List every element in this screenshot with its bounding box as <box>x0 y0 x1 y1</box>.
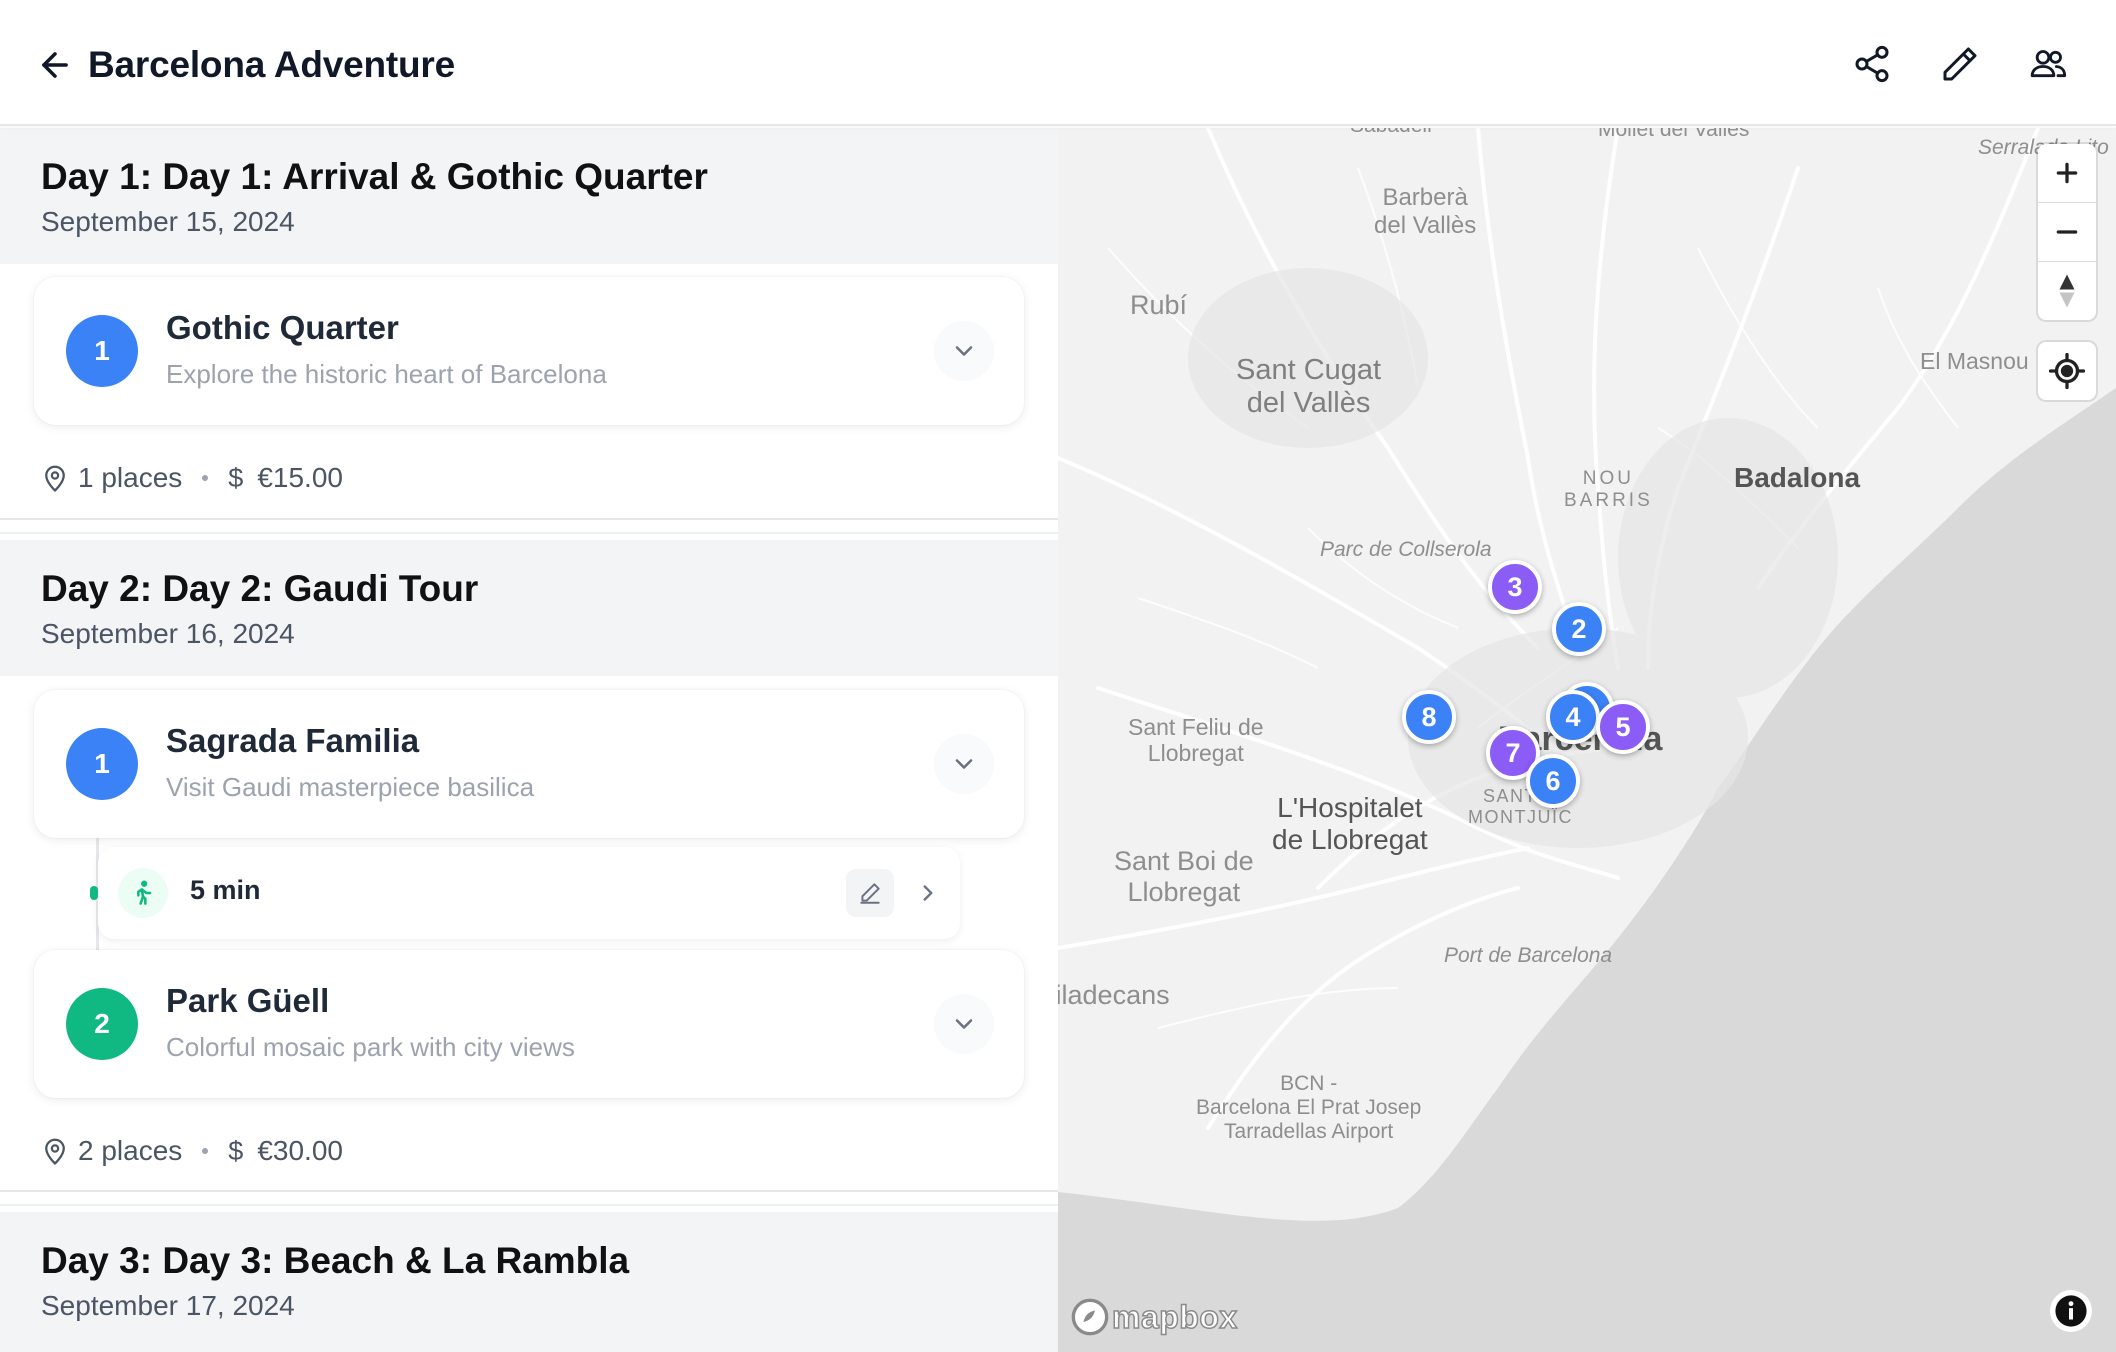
edit-trip-button[interactable] <box>1930 38 1990 90</box>
dollar-icon: $ <box>228 462 244 493</box>
map-label: Parc de Collserola <box>1320 538 1492 561</box>
trip-title: Barcelona Adventure <box>88 44 455 85</box>
day-title: Day 1: Day 1: Arrival & Gothic Quarter <box>41 156 708 197</box>
expand-button[interactable] <box>934 321 994 381</box>
place-description: Colorful mosaic park with city views <box>166 1032 575 1062</box>
day-date: September 15, 2024 <box>41 206 295 237</box>
map-marker[interactable]: 2 <box>1552 602 1606 656</box>
map-marker[interactable]: 4 <box>1546 690 1600 744</box>
zoom-out-button[interactable] <box>2038 203 2096 261</box>
divider <box>0 532 1058 534</box>
chevron-right-icon <box>923 885 933 901</box>
places-count: 2 places <box>78 1135 183 1166</box>
place-card[interactable]: 1 Sagrada Familia Visit Gaudi masterpiec… <box>34 690 1024 838</box>
zoom-out-icon <box>2056 230 2078 234</box>
pencil-icon <box>860 883 880 904</box>
map-marker[interactable]: 3 <box>1488 560 1542 614</box>
separator-dot <box>202 475 209 481</box>
day-header[interactable]: Day 2: Day 2: Gaudi Tour September 16, 2… <box>0 540 1058 676</box>
mapbox-wordmark: mapbox <box>1111 1298 1238 1336</box>
day-cost: €30.00 <box>257 1135 343 1166</box>
info-icon <box>2055 1295 2087 1327</box>
place-name: Sagrada Familia <box>166 722 420 759</box>
map-view[interactable]: Sabadell Mollet del Vallès Serralada Lit… <box>1058 128 2116 1352</box>
map-pin-icon <box>45 465 65 492</box>
divider <box>0 1190 1058 1192</box>
compass-button[interactable] <box>2038 262 2096 320</box>
geolocate-button[interactable] <box>2038 342 2096 400</box>
map-label: Rubí <box>1130 290 1188 320</box>
map-label: Barberà del Vallès <box>1374 184 1477 239</box>
place-card[interactable]: 2 Park Güell Colorful mosaic park with c… <box>34 950 1024 1098</box>
map-label: NOU BARRIS <box>1564 468 1653 511</box>
collaborators-icon <box>2030 50 2067 78</box>
attribution-info-button[interactable] <box>2050 1290 2092 1332</box>
compass-icon <box>2059 274 2075 308</box>
map-label: Sant Cugat del Vallès <box>1236 354 1382 420</box>
map-label: BCN - Barcelona El Prat Josep Tarradella… <box>1196 1072 1422 1144</box>
map-label: El Masnou <box>1920 348 2029 374</box>
geolocate-icon <box>2049 353 2085 389</box>
chevron-down-icon <box>955 346 973 356</box>
place-description: Visit Gaudi masterpiece basilica <box>166 772 535 802</box>
day-header[interactable]: Day 1: Day 1: Arrival & Gothic Quarter S… <box>0 128 1058 264</box>
place-number: 1 <box>66 315 138 387</box>
places-count: 1 places <box>78 462 183 493</box>
zoom-in-button[interactable] <box>2038 144 2096 202</box>
map-label: Port de Barcelona <box>1444 944 1613 967</box>
back-button[interactable] <box>30 40 80 90</box>
map-label: L'Hospitalet de Llobregat <box>1272 792 1428 856</box>
day-cost: €15.00 <box>257 462 343 493</box>
chevron-down-icon <box>955 1019 973 1029</box>
day-date: September 17, 2024 <box>41 1290 295 1321</box>
map-label: Mollet del Vallès <box>1598 128 1750 141</box>
place-number: 2 <box>66 988 138 1060</box>
travel-segment[interactable]: 5 min <box>98 847 960 939</box>
place-name: Gothic Quarter <box>166 309 399 346</box>
day-header[interactable]: Day 3: Day 3: Beach & La Rambla Septembe… <box>0 1212 1058 1352</box>
arrow-left-icon <box>42 52 68 78</box>
place-number: 1 <box>66 728 138 800</box>
dollar-icon: $ <box>228 1135 244 1166</box>
edit-travel-button[interactable] <box>846 869 894 917</box>
day-summary: 2 places $ €30.00 <box>40 1131 343 1171</box>
divider <box>0 1204 1058 1206</box>
map-label: Badalona <box>1734 462 1861 493</box>
day-date: September 16, 2024 <box>41 618 295 649</box>
travel-details-button[interactable] <box>904 869 952 917</box>
day-title: Day 3: Day 3: Beach & La Rambla <box>41 1240 630 1281</box>
expand-button[interactable] <box>934 994 994 1054</box>
collaborators-button[interactable] <box>2018 38 2078 90</box>
place-name: Park Güell <box>166 982 330 1019</box>
chevron-down-icon <box>955 759 973 769</box>
travel-duration: 5 min <box>190 875 261 905</box>
mapbox-logo[interactable]: mapbox <box>1070 1294 1238 1340</box>
map-label: Sant Boi de Llobregat <box>1114 846 1254 908</box>
day-title: Day 2: Day 2: Gaudi Tour <box>41 568 479 609</box>
share-button[interactable] <box>1842 38 1902 90</box>
map-marker[interactable]: 5 <box>1596 700 1650 754</box>
map-label: Sant Feliu de Llobregat <box>1128 714 1264 767</box>
map-label: Viladecans <box>1058 980 1170 1010</box>
place-card[interactable]: 1 Gothic Quarter Explore the historic he… <box>34 277 1024 425</box>
place-description: Explore the historic heart of Barcelona <box>166 359 607 389</box>
divider <box>0 518 1058 520</box>
separator-dot <box>202 1148 209 1154</box>
app-header: Barcelona Adventure <box>0 0 2116 126</box>
map-label: Sabadell <box>1350 128 1432 138</box>
edit-pencil-icon <box>1943 47 1977 81</box>
zoom-in-icon <box>2056 162 2078 184</box>
mapbox-icon <box>1071 1298 1109 1336</box>
walking-person-icon <box>118 868 168 918</box>
map-pin-icon <box>45 1138 65 1165</box>
zoom-controls <box>2038 144 2096 320</box>
day-summary: 1 places $ €15.00 <box>40 458 343 498</box>
expand-button[interactable] <box>934 734 994 794</box>
map-marker[interactable]: 6 <box>1526 754 1580 808</box>
map-marker[interactable]: 8 <box>1402 690 1456 744</box>
itinerary-panel: Day 1: Day 1: Arrival & Gothic Quarter S… <box>0 128 1058 1352</box>
route-dot <box>90 886 98 900</box>
share-icon <box>1855 45 1889 83</box>
